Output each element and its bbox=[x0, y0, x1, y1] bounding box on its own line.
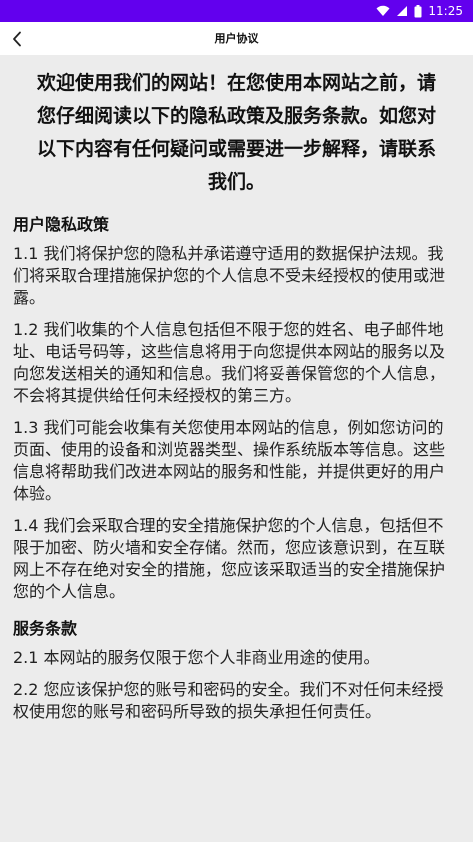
privacy-paragraph-4: 1.4 我们会采取合理的安全措施保护您的个人信息，包括但不限于加密、防火墙和安全… bbox=[13, 516, 446, 601]
battery-icon bbox=[414, 4, 422, 18]
agreement-content[interactable]: 欢迎使用我们的网站！在您使用本网站之前，请您仔细阅读以下的隐私政策及服务条款。如… bbox=[0, 55, 473, 842]
privacy-paragraph-2: 1.2 我们收集的个人信息包括但不限于您的姓名、电子邮件地址、电话号码等，这些信… bbox=[13, 320, 446, 405]
page-title: 用户协议 bbox=[214, 32, 259, 45]
terms-section-title: 服务条款 bbox=[13, 619, 78, 638]
terms-paragraph-1: 2.1 本网站的服务仅限于您个人非商业用途的使用。 bbox=[13, 648, 380, 667]
app-bar: 用户协议 bbox=[0, 22, 473, 55]
status-time: 11:25 bbox=[428, 4, 463, 18]
status-icons: 11:25 bbox=[376, 0, 463, 22]
privacy-paragraph-3: 1.3 我们可能会收集有关您使用本网站的信息，例如您访问的页面、使用的设备和浏览… bbox=[13, 418, 446, 503]
status-bar: 11:25 bbox=[0, 0, 473, 22]
terms-paragraph-2: 2.2 您应该保护您的账号和密码的安全。我们不对任何未经授权使用您的账号和密码所… bbox=[13, 680, 444, 721]
intro-text: 欢迎使用我们的网站！在您使用本网站之前，请您仔细阅读以下的隐私政策及服务条款。如… bbox=[36, 72, 436, 193]
privacy-paragraph-1: 1.1 我们将保护您的隐私并承诺遵守适用的数据保护法规。我们将采取合理措施保护您… bbox=[13, 244, 446, 307]
signal-icon bbox=[396, 5, 408, 17]
wifi-icon bbox=[376, 5, 390, 17]
privacy-section-title: 用户隐私政策 bbox=[13, 215, 110, 234]
